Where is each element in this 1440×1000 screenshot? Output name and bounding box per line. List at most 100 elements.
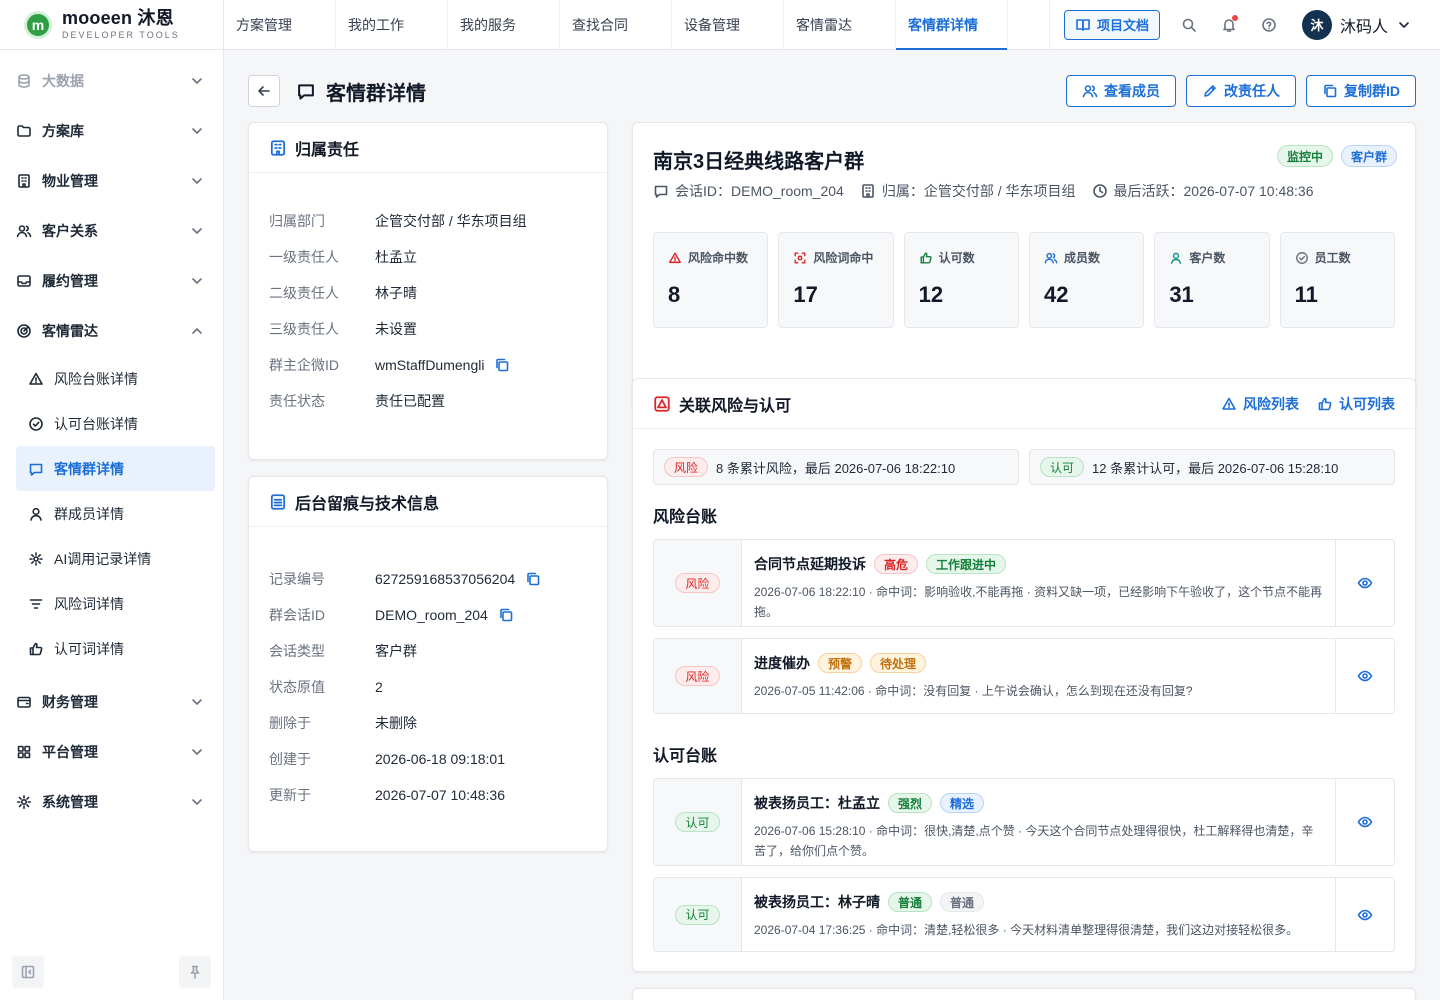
stat-value: 12 [918, 282, 944, 307]
field-value-wrap: DEMO_room_204 [375, 607, 514, 623]
field-value: 杜孟立 [375, 249, 417, 265]
meta-owner-text: 归属：企管交付部 / 华东项目组 [881, 183, 1076, 199]
sidebar-group-label: 财务管理 [42, 694, 98, 710]
risk-entry[interactable]: 风险 进度催办 预警 待处理 2026-07-05 11:42:06 · 命中词… [653, 638, 1395, 714]
stat-label: 风险命中数 [688, 251, 749, 265]
user-menu[interactable]: 沐 沐码人 [1301, 9, 1412, 40]
sidebar-group-bigdata[interactable]: 大数据 [0, 56, 223, 106]
eye-icon[interactable] [1336, 878, 1394, 951]
featured-tag: 精选 [940, 793, 985, 813]
sidebar-group-property[interactable]: 物业管理 [0, 156, 223, 206]
entry-desc: 2026-07-04 17:36:25 · 命中词：清楚,轻松很多 · 今天材料… [754, 923, 1299, 937]
copy-icon[interactable] [494, 357, 510, 373]
field-value: 2026-06-18 09:18:01 [375, 751, 505, 767]
approval-badge: 认可 [675, 812, 720, 832]
chevron-down-icon [192, 799, 202, 805]
field-row: 三级责任人 未设置 [269, 311, 587, 347]
severity-tag: 高危 [874, 554, 919, 574]
copy-icon[interactable] [525, 571, 541, 587]
back-button[interactable] [248, 75, 280, 107]
sidebar-item-label: 群成员详情 [54, 505, 124, 522]
stat-approvals: 认可数 12 [903, 232, 1019, 328]
field-key: 群会话ID [269, 607, 325, 623]
chevron-up-icon [192, 328, 202, 334]
approval-list-link[interactable]: 认可列表 [1317, 394, 1395, 414]
field-row: 会话类型 客户群 [269, 633, 587, 669]
approval-entry[interactable]: 认可 被表扬员工：林子晴 普通 普通 2026-07-04 17:36:25 ·… [653, 877, 1395, 952]
tech-card-header: 后台留痕与技术信息 [249, 477, 607, 527]
sidebar-group-platform[interactable]: 平台管理 [0, 727, 223, 777]
brand-subtitle: DEVELOPER TOOLS [62, 30, 180, 40]
grid-icon [17, 745, 31, 759]
risk-badge: 风险 [675, 666, 720, 686]
sidebar-group-customer[interactable]: 客户关系 [0, 206, 223, 256]
collapse-sidebar-icon[interactable] [12, 956, 44, 988]
brand-name: mooeen 沐恩 [62, 8, 174, 28]
sidebar-item-approval-words[interactable]: 认可词详情 [16, 626, 215, 671]
copy-group-id-button[interactable]: 复制群ID [1306, 75, 1416, 107]
sidebar-group-radar[interactable]: 客情雷达 [0, 306, 223, 356]
view-members-button[interactable]: 查看成员 [1066, 75, 1176, 107]
featured-tag: 普通 [940, 892, 985, 912]
sidebar-group-plan-library[interactable]: 方案库 [0, 106, 223, 156]
topnav-item-devices[interactable]: 设备管理 [672, 0, 784, 49]
sidebar-group-label: 履约管理 [42, 273, 98, 289]
approval-entry[interactable]: 认可 被表扬员工：杜孟立 强烈 精选 2026-07-06 15:28:10 ·… [653, 778, 1395, 866]
sidebar-item-group-detail[interactable]: 客情群详情 [16, 446, 215, 491]
field-value: 627259168537056204 [375, 571, 516, 587]
field-value-wrap: wmStaffDumengli [375, 357, 510, 373]
bell-icon[interactable] [1218, 14, 1240, 36]
topnav-item-my-work[interactable]: 我的工作 [336, 0, 448, 49]
sidebar-group-label: 大数据 [42, 73, 84, 89]
sidebar-group-label: 系统管理 [42, 794, 98, 810]
chevron-down-icon [192, 699, 202, 705]
field-row: 删除于 未删除 [269, 705, 587, 741]
warning-icon [669, 251, 681, 263]
copy-icon[interactable] [498, 607, 514, 623]
topnav-item-my-services[interactable]: 我的服务 [448, 0, 560, 49]
sidebar-item-approval-ledger[interactable]: 认可台账详情 [16, 401, 215, 446]
change-owner-button[interactable]: 改责任人 [1186, 75, 1296, 107]
user-name: 沐码人 [1339, 18, 1388, 36]
sidebar-group-finance[interactable]: 财务管理 [0, 677, 223, 727]
user-icon [30, 507, 42, 521]
risk-list-link[interactable]: 风险列表 [1221, 394, 1299, 414]
sidebar-group-system[interactable]: 系统管理 [0, 777, 223, 827]
brand[interactable]: m mooeen 沐恩 DEVELOPER TOOLS [0, 0, 224, 49]
database-icon [270, 493, 286, 510]
risk-entry[interactable]: 风险 合同节点延期投诉 高危 工作跟进中 2026-07-06 18:22:10… [653, 539, 1395, 627]
field-key: 群主企微ID [269, 357, 339, 373]
sidebar-group-fulfillment[interactable]: 履约管理 [0, 256, 223, 306]
arrow-left-icon [258, 86, 270, 96]
entry-title: 被表扬员工：林子晴 [754, 894, 880, 910]
field-row: 更新于 2026-07-07 10:48:36 [269, 777, 587, 813]
field-row: 二级责任人 林子晴 [269, 275, 587, 311]
stat-label: 员工数 [1314, 251, 1351, 265]
field-value: 林子晴 [375, 285, 417, 301]
ownership-card-title: 归属责任 [295, 141, 360, 159]
chevron-down-icon [192, 178, 202, 184]
sidebar-item-risk-words[interactable]: 风险词详情 [16, 581, 215, 626]
topnav-item-group-detail[interactable]: 客情群详情 [896, 0, 1008, 50]
approval-section-title: 认可台账 [653, 748, 718, 765]
sidebar-item-risk-ledger[interactable]: 风险台账详情 [16, 356, 215, 401]
sidebar-item-ai-log[interactable]: AI调用记录详情 [16, 536, 215, 581]
eye-icon[interactable] [1336, 639, 1394, 713]
stat-staff: 员工数 11 [1279, 232, 1395, 328]
wallet-icon [17, 696, 31, 708]
eye-icon[interactable] [1336, 779, 1394, 865]
field-key: 一级责任人 [269, 249, 339, 265]
related-card-title: 关联风险与认可 [679, 397, 792, 415]
pin-icon[interactable] [179, 956, 211, 988]
eye-icon[interactable] [1336, 540, 1394, 626]
stat-value: 11 [1294, 282, 1318, 307]
topnav-item-find-contract[interactable]: 查找合同 [560, 0, 672, 49]
sidebar-item-member-detail[interactable]: 群成员详情 [16, 491, 215, 536]
tech-fields: 记录编号 627259168537056204 群会话ID DEMO_room_… [249, 527, 607, 813]
topnav-item-plans[interactable]: 方案管理 [224, 0, 336, 49]
topnav-item-radar[interactable]: 客情雷达 [784, 0, 896, 49]
entry-desc: 2026-07-06 18:22:10 · 命中词：影响验收,不能再拖 · 资料… [754, 585, 1323, 619]
help-icon[interactable] [1258, 14, 1280, 36]
search-icon[interactable] [1178, 14, 1200, 36]
project-docs-button[interactable]: 项目文档 [1063, 9, 1160, 40]
